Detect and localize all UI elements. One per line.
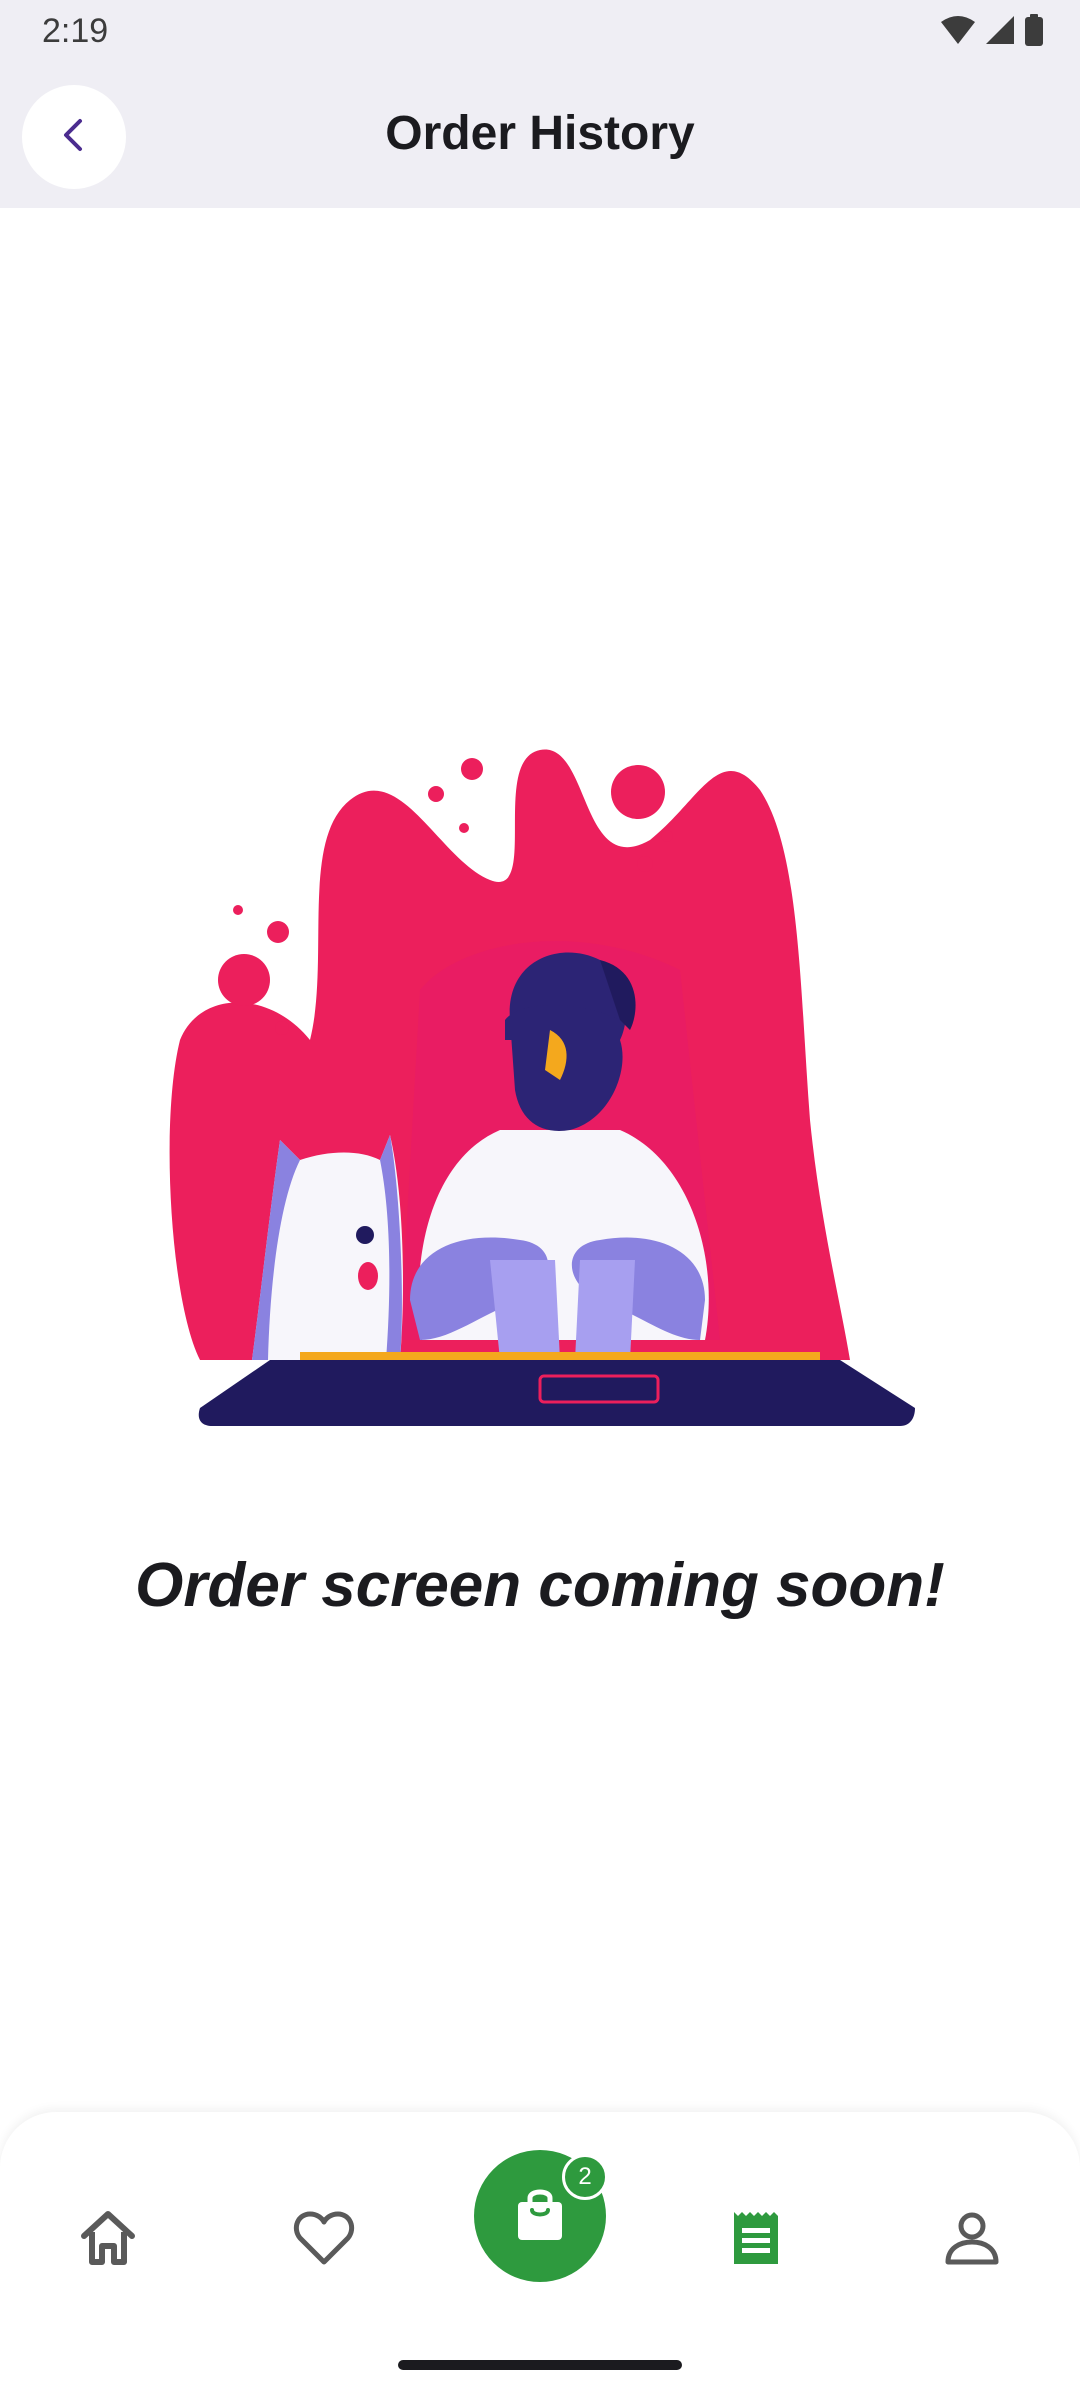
order-history-screen: 2:19 Order History Order screen coming s… [0,0,1080,2400]
cart-button[interactable]: 2 [474,2150,608,2282]
bottom-navigation: 2 [0,2112,1080,2400]
home-icon [76,2206,140,2275]
wifi-icon [940,14,976,51]
nav-home-button[interactable] [54,2186,162,2294]
page-title: Order History [385,107,695,160]
nav-orders-button[interactable] [702,2186,810,2294]
status-bar: 2:19 [0,0,1080,60]
heart-icon [292,2206,356,2275]
gesture-home-indicator[interactable] [398,2360,682,2370]
person-icon [940,2206,1004,2275]
status-time: 2:19 [42,12,109,50]
nav-favorites-button[interactable] [270,2186,378,2294]
app-bar: Order History [0,70,1080,206]
coming-soon-message: Order screen coming soon! [135,1551,945,1620]
status-icons [940,14,1044,51]
receipt-icon [724,2206,788,2275]
cart-count-badge: 2 [562,2154,608,2200]
battery-icon [1024,14,1044,51]
coming-soon-illustration [160,740,920,1440]
nav-profile-button[interactable] [918,2186,1026,2294]
header-area: 2:19 Order History [0,0,1080,208]
cellular-signal-icon [984,14,1016,51]
shopping-bag-icon [510,2184,570,2249]
